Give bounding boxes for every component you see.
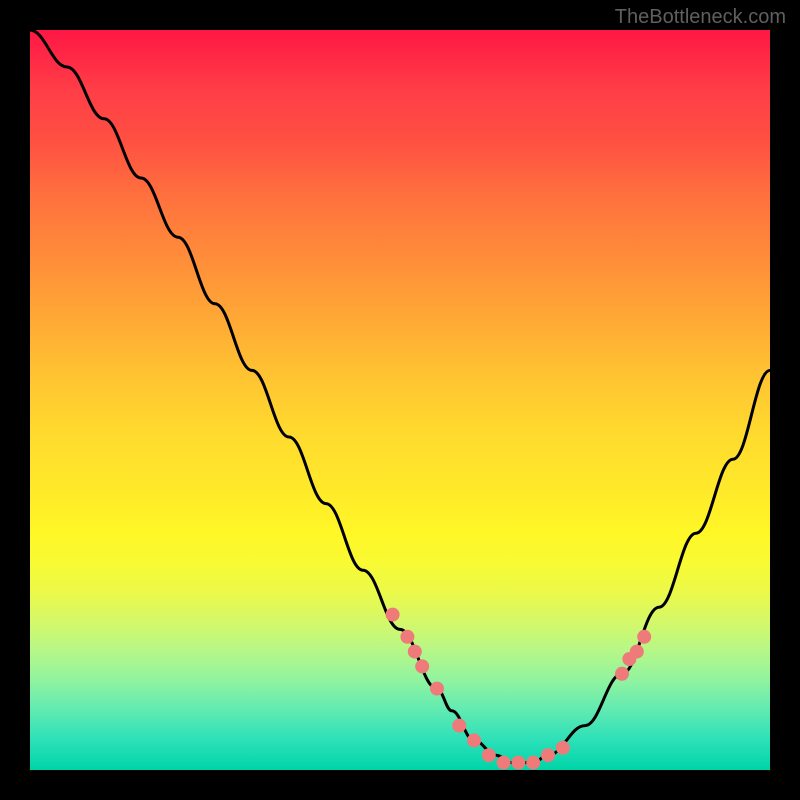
scatter-point (415, 659, 429, 673)
scatter-point (630, 645, 644, 659)
watermark-text: TheBottleneck.com (615, 6, 786, 29)
scatter-point (497, 756, 511, 770)
scatter-point (386, 608, 400, 622)
scatter-point (452, 719, 466, 733)
scatter-point (526, 756, 540, 770)
scatter-point (511, 756, 525, 770)
scatter-point (408, 645, 422, 659)
scatter-point (541, 748, 555, 762)
chart-svg (30, 30, 770, 770)
scatter-point (467, 733, 481, 747)
chart-plot-area (30, 30, 770, 770)
scatter-point (615, 667, 629, 681)
bottleneck-curve-line (30, 30, 770, 763)
scatter-point (430, 682, 444, 696)
scatter-point (482, 748, 496, 762)
scatter-point (400, 630, 414, 644)
scatter-points-group (386, 608, 652, 770)
scatter-point (556, 741, 570, 755)
scatter-point (637, 630, 651, 644)
